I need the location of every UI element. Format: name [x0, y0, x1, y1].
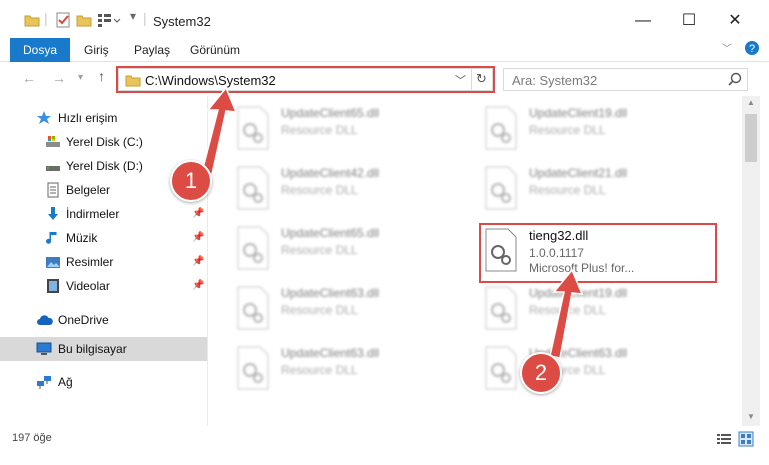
- step-badge-2: 2: [520, 352, 562, 394]
- tutorial-arrows: [201, 86, 584, 359]
- step-badge-1: 1: [170, 160, 212, 202]
- arrow-to-target-file: [549, 268, 584, 359]
- arrow-to-address-bar: [201, 86, 238, 175]
